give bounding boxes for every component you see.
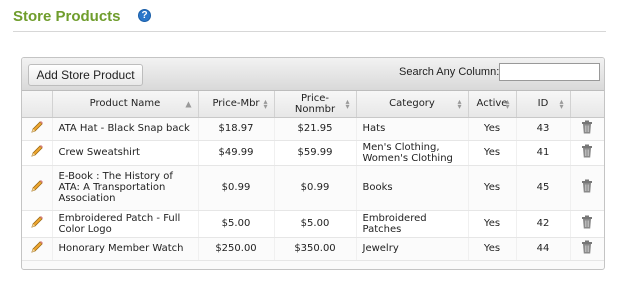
table-row: Crew Sweatshirt $49.99 $59.99 Men's Clot… (22, 140, 604, 166)
price-nonmbr: $350.00 (274, 237, 357, 261)
pencil-icon[interactable] (30, 120, 44, 134)
id: 43 (516, 117, 571, 141)
product-name: Crew Sweatshirt (52, 140, 199, 166)
sort-icon: ▴ ▾ (505, 96, 510, 111)
col-edit-header (22, 91, 53, 118)
toolbar: Add Store Product Search Any Column: (22, 58, 604, 91)
col-product-name-header[interactable]: Product Name ▲ (52, 91, 199, 118)
price-mbr: $5.00 (198, 210, 275, 238)
pencil-icon[interactable] (30, 240, 44, 254)
category: Hats (356, 117, 469, 141)
trash-icon[interactable] (581, 215, 593, 229)
pencil-icon[interactable] (30, 144, 44, 158)
col-delete-header (570, 91, 604, 118)
price-nonmbr: $0.99 (274, 165, 357, 211)
table-row: Honorary Member Watch $250.00 $350.00 Je… (22, 237, 604, 261)
price-nonmbr: $59.99 (274, 140, 357, 166)
active: Yes (468, 117, 517, 141)
price-mbr: $49.99 (198, 140, 275, 166)
trash-icon[interactable] (581, 179, 593, 193)
active: Yes (468, 165, 517, 211)
id: 41 (516, 140, 571, 166)
category: Embroidered Patches (356, 210, 469, 238)
id: 45 (516, 165, 571, 211)
sort-asc-icon: ▲ (185, 99, 192, 109)
table-row: ATA Hat - Black Snap back $18.97 $21.95 … (22, 117, 604, 141)
add-store-product-button[interactable]: Add Store Product (28, 64, 143, 86)
price-nonmbr: $5.00 (274, 210, 357, 238)
category: Jewelry (356, 237, 469, 261)
price-mbr: $250.00 (198, 237, 275, 261)
products-table: Product Name ▲ Price-Mbr ▴ ▾ Price- Nonmbr ▴… (22, 91, 604, 261)
trash-icon[interactable] (581, 120, 593, 134)
product-name: Honorary Member Watch (52, 237, 199, 261)
category: Men's Clothing, Women's Clothing (356, 140, 469, 166)
page-title: Store Products (13, 8, 121, 25)
pencil-icon[interactable] (30, 215, 44, 229)
search-input[interactable] (499, 63, 600, 81)
product-name: E-Book : The History of ATA: A Transport… (52, 165, 199, 211)
trash-icon[interactable] (581, 240, 593, 254)
sort-icon: ▴ ▾ (457, 96, 462, 111)
sort-icon: ▴ ▾ (263, 96, 268, 111)
sort-icon: ▴ ▾ (559, 96, 564, 111)
category: Books (356, 165, 469, 211)
page-header: Store Products ? (13, 6, 606, 32)
id: 44 (516, 237, 571, 261)
price-mbr: $0.99 (198, 165, 275, 211)
header-row: Product Name ▲ Price-Mbr ▴ ▾ Price- Nonmbr ▴… (22, 91, 604, 118)
search-label: Search Any Column: (399, 66, 500, 78)
col-price-nonmbr-header[interactable]: Price- Nonmbr ▴ ▾ (274, 91, 357, 118)
products-panel: Add Store Product Search Any Column: Pro… (21, 57, 605, 270)
product-name: Embroidered Patch - Full Color Logo (52, 210, 199, 238)
sort-icon: ▴ ▾ (345, 96, 350, 111)
pencil-icon[interactable] (30, 179, 44, 193)
price-mbr: $18.97 (198, 117, 275, 141)
col-category-header[interactable]: Category ▴ ▾ (356, 91, 469, 118)
price-nonmbr: $21.95 (274, 117, 357, 141)
col-active-header[interactable]: Active ▴ ▾ (468, 91, 517, 118)
active: Yes (468, 237, 517, 261)
trash-icon[interactable] (581, 144, 593, 158)
table-row: Embroidered Patch - Full Color Logo $5.0… (22, 210, 604, 238)
active: Yes (468, 210, 517, 238)
table-row: E-Book : The History of ATA: A Transport… (22, 165, 604, 211)
product-name: ATA Hat - Black Snap back (52, 117, 199, 141)
col-id-header[interactable]: ID ▴ ▾ (516, 91, 571, 118)
col-price-mbr-header[interactable]: Price-Mbr ▴ ▾ (198, 91, 275, 118)
help-icon[interactable]: ? (138, 9, 151, 22)
id: 42 (516, 210, 571, 238)
active: Yes (468, 140, 517, 166)
